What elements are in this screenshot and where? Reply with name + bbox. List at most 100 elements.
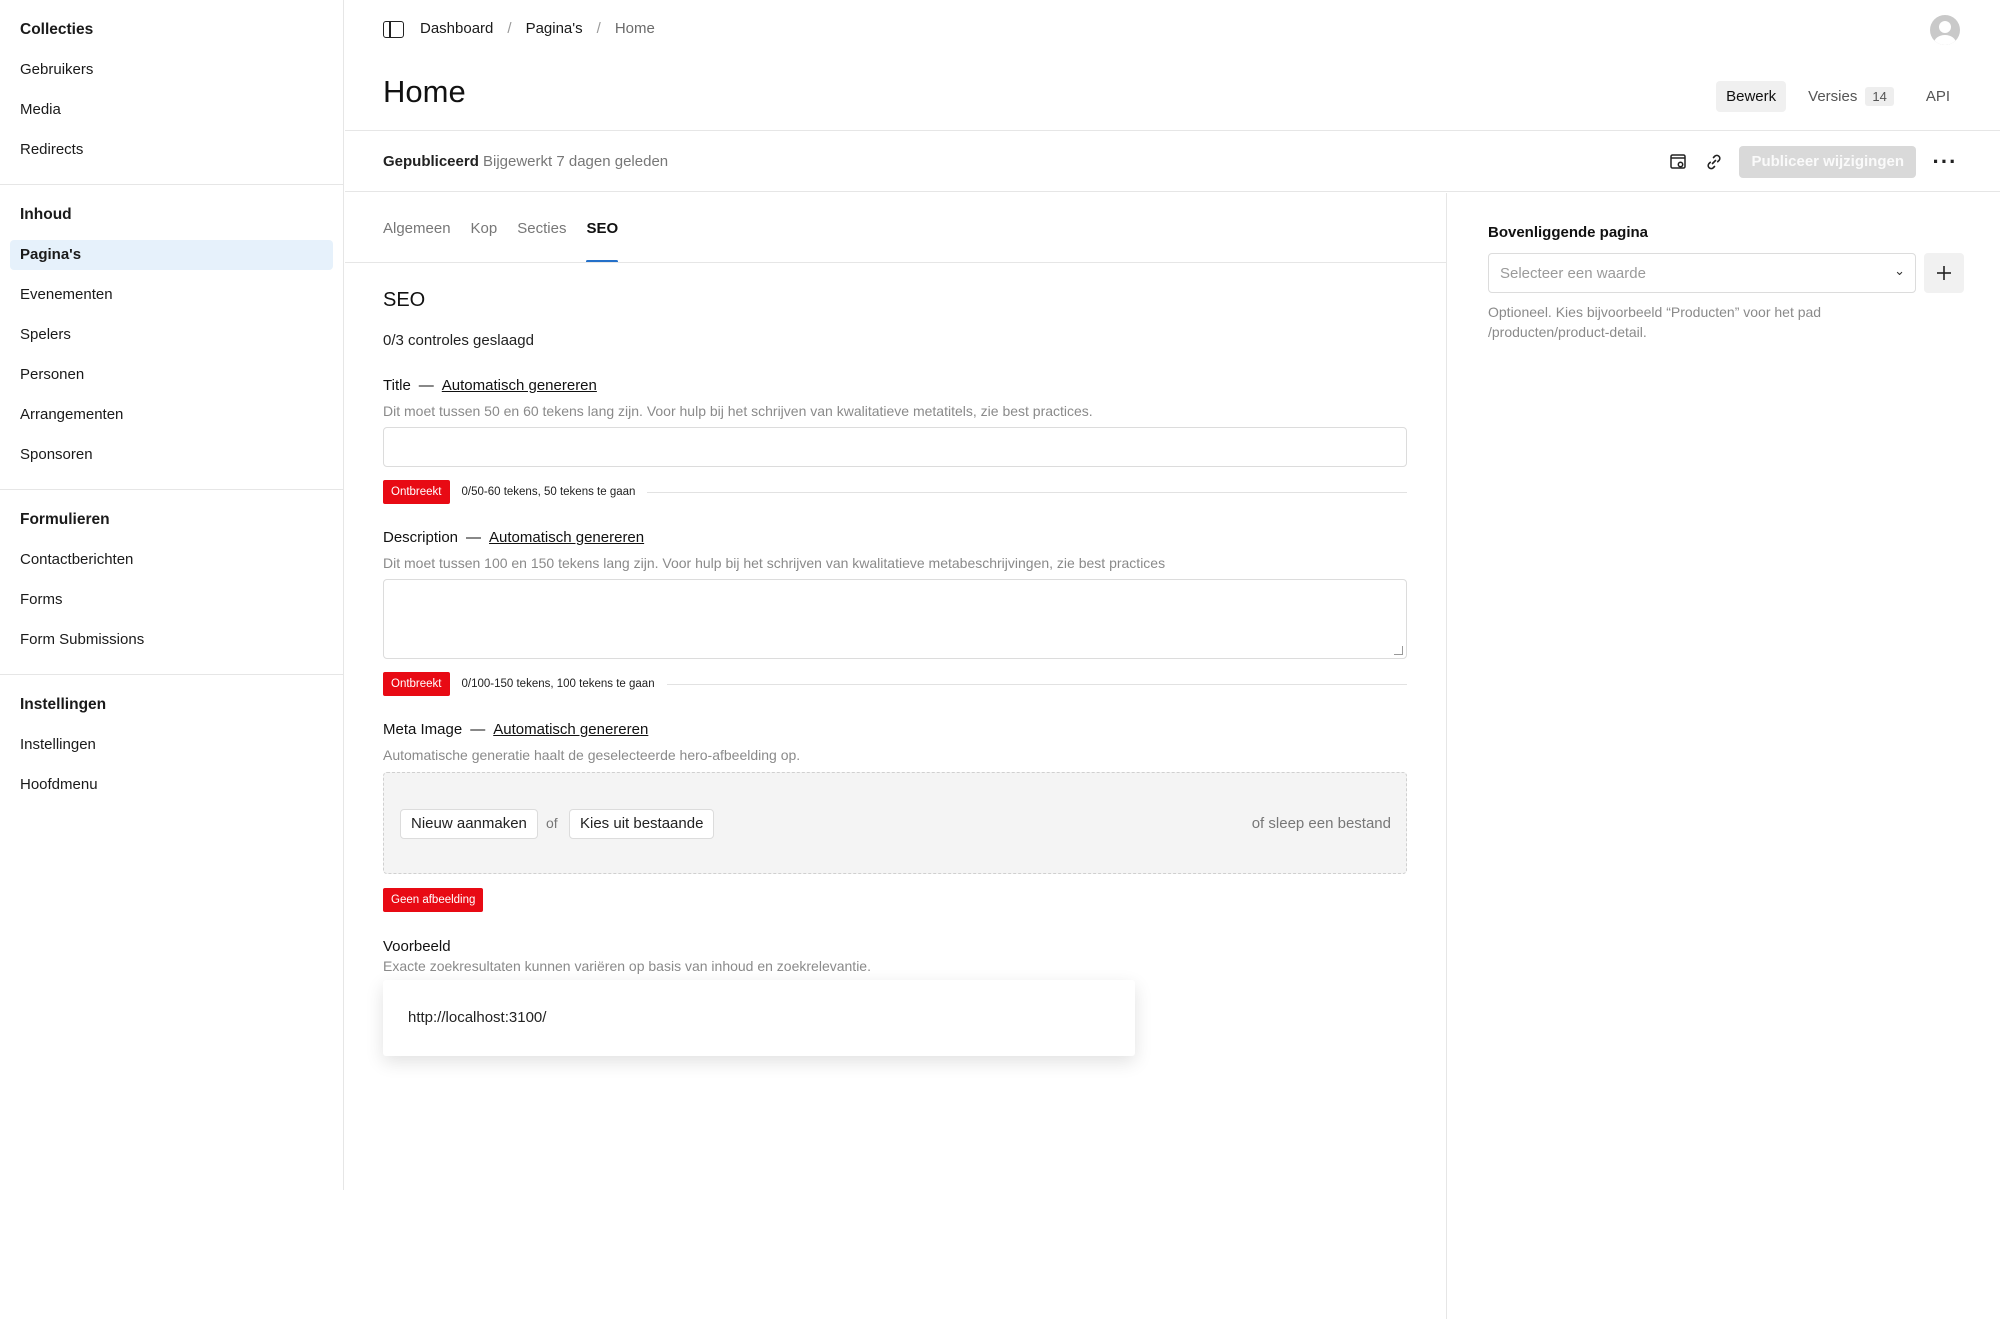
char-count-text: 0/50-60 tekens, 50 tekens te gaan — [461, 486, 636, 498]
tabs-divider — [345, 262, 1446, 263]
auto-generate-description-link[interactable]: Automatisch genereren — [489, 529, 644, 546]
nav-heading: Inhoud — [20, 206, 72, 223]
nav-heading: Instellingen — [20, 696, 107, 713]
sidebar-item-redirects[interactable]: Redirects — [10, 130, 333, 170]
breadcrumb-paginas[interactable]: Pagina's — [526, 20, 583, 37]
preview-help-text: Exacte zoekresultaten kunnen variëren op… — [383, 958, 871, 974]
no-image-badge: Geen afbeelding — [383, 888, 484, 912]
plus-icon — [1937, 266, 1951, 280]
or-text: of — [546, 815, 558, 831]
breadcrumb-separator: / — [596, 20, 601, 37]
choose-existing-button[interactable]: Kies uit bestaande — [569, 809, 715, 839]
parent-page-help: Optioneel. Kies bijvoorbeeld “Producten”… — [1488, 304, 1822, 340]
create-new-button[interactable]: Nieuw aanmaken — [400, 809, 538, 839]
description-textarea[interactable] — [383, 579, 1407, 659]
checks-summary: 0/3 controles geslaagd — [383, 332, 534, 349]
sidebar-item-hoofdmenu[interactable]: Hoofdmenu — [10, 765, 333, 805]
auto-generate-image-link[interactable]: Automatisch genereren — [493, 721, 648, 738]
more-icon[interactable]: ··· — [1930, 147, 1960, 177]
publish-button[interactable]: Publiceer wijzigingen — [1739, 146, 1916, 178]
description-label-row: Description — Automatisch genereren — [383, 529, 644, 546]
preview-title: Voorbeeld — [383, 938, 451, 955]
meter-track — [666, 683, 1407, 685]
label-dash: — — [418, 377, 434, 394]
sidebar-item-paginas[interactable]: Pagina's — [10, 240, 333, 270]
meta-image-label-row: Meta Image — Automatisch genereren — [383, 721, 648, 738]
field-tabs: Algemeen Kop Secties SEO — [383, 193, 1446, 263]
meta-image-help-text: Automatische generatie haalt de geselect… — [383, 747, 801, 763]
missing-badge: Ontbreekt — [383, 672, 450, 696]
label-dash: — — [470, 721, 486, 738]
sidebar-item-media[interactable]: Media — [10, 90, 333, 130]
select-placeholder: Selecteer een waarde — [1500, 265, 1646, 282]
sidebar-item-sponsoren[interactable]: Sponsoren — [10, 435, 333, 475]
updated-timestamp: Bijgewerkt 7 dagen geleden — [483, 153, 669, 170]
description-help-text: Dit moet tussen 100 en 150 tekens lang z… — [383, 555, 1166, 571]
tab-kop[interactable]: Kop — [471, 193, 498, 263]
field-label: Title — [383, 377, 411, 394]
sidebar-item-instellingen[interactable]: Instellingen — [10, 725, 333, 765]
title-length-meter: Ontbreekt 0/50-60 tekens, 50 tekens te g… — [383, 480, 1407, 504]
sidebar: Collecties Gebruikers Media Redirects In… — [0, 0, 344, 1190]
nav-group-formulieren: Formulieren Contactberichten Forms Form … — [0, 490, 343, 675]
versions-count-badge: 14 — [1865, 87, 1894, 106]
meta-image-status: Geen afbeelding — [383, 888, 484, 912]
title-input[interactable] — [383, 427, 1407, 467]
sidebar-item-contactberichten[interactable]: Contactberichten — [10, 540, 333, 580]
sidebar-item-gebruikers[interactable]: Gebruikers — [10, 50, 333, 90]
link-icon[interactable] — [1703, 151, 1725, 173]
preview-url: http://localhost:3100/ — [408, 1009, 547, 1026]
nav-heading: Collecties — [20, 21, 94, 38]
page-title: Home — [383, 74, 466, 109]
char-count-text: 0/100-150 tekens, 100 tekens te gaan — [461, 678, 655, 690]
status-actions: Publiceer wijzigingen ··· — [1667, 146, 1960, 178]
tab-secties[interactable]: Secties — [517, 193, 566, 263]
add-parent-button[interactable] — [1924, 253, 1964, 293]
sidebar-item-personen[interactable]: Personen — [10, 355, 333, 395]
parent-page-select[interactable]: Selecteer een waarde ⌄ — [1488, 253, 1916, 293]
meter-track — [647, 491, 1407, 493]
search-preview-card: http://localhost:3100/ — [383, 980, 1135, 1056]
breadcrumb-current: Home — [614, 20, 655, 37]
tab-label: Bewerk — [1726, 88, 1777, 105]
sidebar-toggle-icon[interactable] — [383, 21, 404, 38]
tab-algemeen[interactable]: Algemeen — [383, 193, 451, 263]
label-dash: — — [466, 529, 482, 546]
sidebar-item-spelers[interactable]: Spelers — [10, 315, 333, 355]
sidebar-item-form-submissions[interactable]: Form Submissions — [10, 620, 333, 660]
nav-group-instellingen: Instellingen Instellingen Hoofdmenu — [0, 675, 343, 819]
title-help-text: Dit moet tussen 50 en 60 tekens lang zij… — [383, 403, 1093, 419]
missing-badge: Ontbreekt — [383, 480, 450, 504]
tab-label: API — [1925, 88, 1950, 105]
tab-api[interactable]: API — [1916, 81, 1960, 112]
nav-group-collecties: Collecties Gebruikers Media Redirects — [0, 0, 343, 185]
auto-generate-title-link[interactable]: Automatisch genereren — [442, 377, 597, 394]
title-label-row: Title — Automatisch genereren — [383, 377, 597, 394]
publish-status: Gepubliceerd — [383, 153, 479, 170]
resize-handle-icon[interactable] — [1394, 646, 1403, 655]
live-preview-icon[interactable] — [1667, 151, 1689, 173]
top-bar: Dashboard / Pagina's / Home — [345, 0, 2000, 60]
document-status-bar: Gepubliceerd Bijgewerkt 7 dagen geleden … — [345, 130, 2000, 192]
tab-bewerk[interactable]: Bewerk — [1716, 81, 1787, 112]
breadcrumb-separator: / — [507, 20, 512, 37]
view-tabs: Bewerk Versies 14 API — [1716, 81, 1960, 112]
description-length-meter: Ontbreekt 0/100-150 tekens, 100 tekens t… — [383, 672, 1407, 696]
nav-group-inhoud: Inhoud Pagina's Evenementen Spelers Pers… — [0, 185, 343, 490]
sidebar-item-forms[interactable]: Forms — [10, 580, 333, 620]
breadcrumb: Dashboard / Pagina's / Home — [420, 20, 655, 37]
breadcrumb-dashboard[interactable]: Dashboard — [420, 20, 493, 37]
main-content: Algemeen Kop Secties SEO SEO 0/3 control… — [345, 193, 1447, 1319]
avatar[interactable] — [1930, 15, 1960, 45]
tab-seo[interactable]: SEO — [586, 193, 618, 263]
tab-versies[interactable]: Versies 14 — [1798, 81, 1904, 112]
parent-page-label: Bovenliggende pagina — [1488, 224, 1649, 241]
sidebar-item-evenementen[interactable]: Evenementen — [10, 275, 333, 315]
drag-file-text: of sleep een bestand — [1251, 815, 1391, 832]
sidebar-item-arrangementen[interactable]: Arrangementen — [10, 395, 333, 435]
tab-label: Versies — [1808, 88, 1858, 105]
upload-dropzone[interactable]: Nieuw aanmaken of Kies uit bestaande of … — [383, 772, 1407, 874]
chevron-down-icon: ⌄ — [1894, 263, 1905, 278]
field-label: Description — [383, 529, 459, 546]
field-label: Meta Image — [383, 721, 463, 738]
